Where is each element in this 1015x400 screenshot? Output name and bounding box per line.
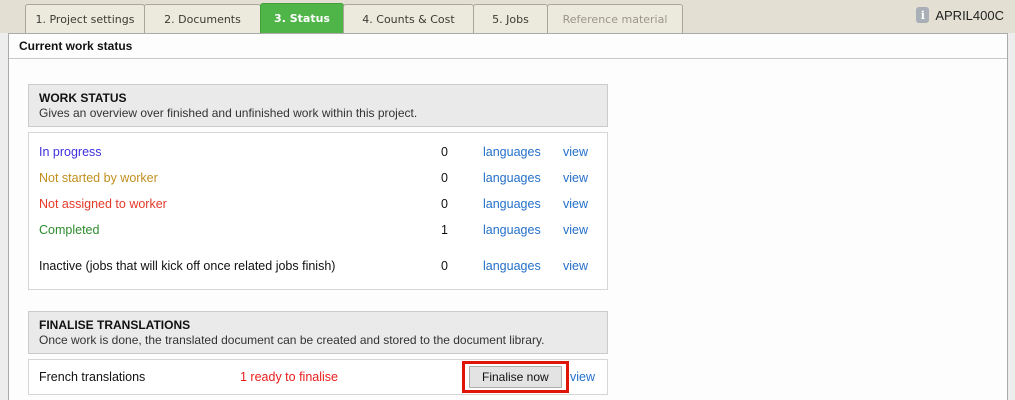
languages-link[interactable]: languages [483,259,541,273]
table-row: Completed 1 languages view [29,217,607,243]
table-row: Not started by worker 0 languages view [29,165,607,191]
finalise-description: Once work is done, the translated docume… [39,333,597,348]
red-highlight-annotation: Finalise now [462,361,569,393]
languages-link[interactable]: languages [483,145,541,159]
view-link[interactable]: view [570,370,595,384]
status-label: Inactive (jobs that will kick off once r… [39,259,335,273]
languages-link[interactable]: languages [483,197,541,211]
finalise-title: FINALISE TRANSLATIONS [39,317,597,333]
work-status-header: WORK STATUS Gives an overview over finis… [28,84,608,127]
work-status-description: Gives an overview over finished and unfi… [39,106,597,121]
finalise-language-label: French translations [39,370,145,384]
view-link[interactable]: view [563,145,588,159]
tab-label: 2. Documents [164,13,241,26]
finalise-header: FINALISE TRANSLATIONS Once work is done,… [28,311,608,354]
table-row: In progress 0 languages view [29,139,607,165]
work-status-title: WORK STATUS [39,90,597,106]
status-label: Not started by worker [39,171,158,185]
tab-label: 3. Status [274,12,330,25]
tab-reference-material[interactable]: Reference material [547,4,683,33]
status-count: 0 [408,197,448,211]
view-link[interactable]: view [563,259,588,273]
status-label: Completed [39,223,99,237]
languages-link[interactable]: languages [483,223,541,237]
main-panel: Current work status WORK STATUS Gives an… [8,33,1008,400]
project-code-label: APRIL400C [935,8,1004,23]
finalise-now-button[interactable]: Finalise now [469,366,562,388]
table-row: Not assigned to worker 0 languages view [29,191,607,217]
table-row: Inactive (jobs that will kick off once r… [29,253,607,279]
project-code: i APRIL400C [916,7,1004,23]
view-link[interactable]: view [563,223,588,237]
tab-counts-cost[interactable]: 4. Counts & Cost [343,4,474,33]
tab-strip: 1. Project settings 2. Documents 3. Stat… [0,0,1015,33]
tab-jobs[interactable]: 5. Jobs [473,4,548,33]
content-area: WORK STATUS Gives an overview over finis… [9,84,1007,395]
tab-status[interactable]: 3. Status [260,3,344,33]
tab-bar: 1. Project settings 2. Documents 3. Stat… [25,3,683,33]
languages-link[interactable]: languages [483,171,541,185]
row-spacer [29,243,607,253]
work-status-table: In progress 0 languages view Not started… [28,132,608,290]
info-icon: i [916,7,929,23]
view-link[interactable]: view [563,197,588,211]
tab-label: 1. Project settings [36,13,135,26]
status-label: Not assigned to worker [39,197,167,211]
view-link[interactable]: view [563,171,588,185]
status-label: In progress [39,145,102,159]
status-count: 0 [408,259,448,273]
tab-project-settings[interactable]: 1. Project settings [25,4,145,33]
tab-documents[interactable]: 2. Documents [144,4,261,33]
status-count: 0 [408,145,448,159]
tab-label: 4. Counts & Cost [362,13,454,26]
finalise-row: French translations 1 ready to finalise … [28,359,608,395]
ready-to-finalise-status: 1 ready to finalise [189,370,389,384]
status-count: 0 [408,171,448,185]
tab-label: 5. Jobs [492,13,529,26]
page-title: Current work status [9,34,1007,59]
status-count: 1 [408,223,448,237]
tab-label: Reference material [563,13,668,26]
